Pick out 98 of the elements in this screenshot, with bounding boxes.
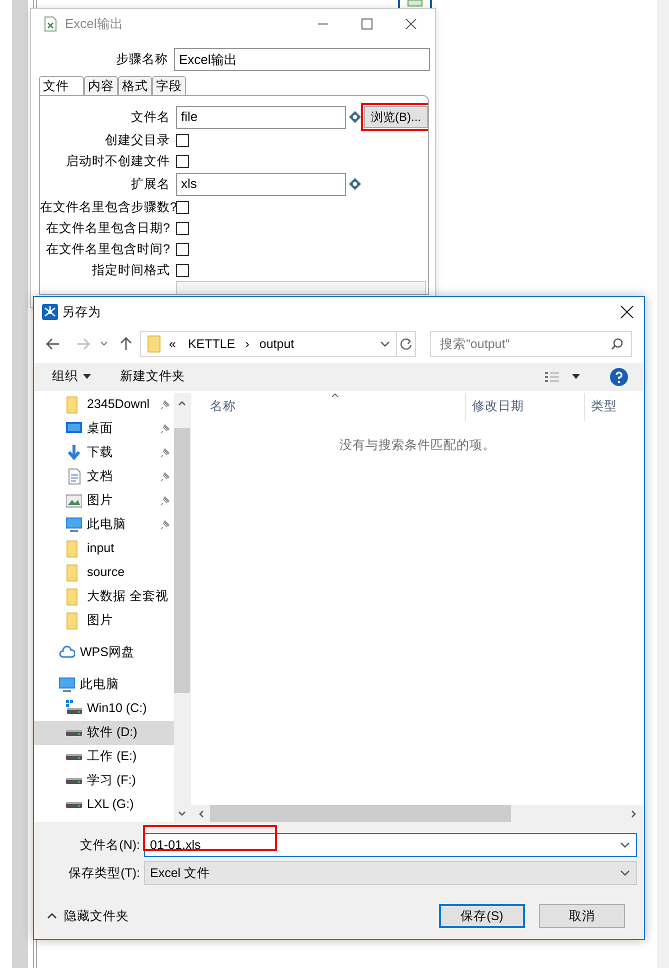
drive-icon [66, 754, 82, 760]
nav-item[interactable]: 图片 [34, 608, 174, 633]
checkbox[interactable] [176, 201, 189, 214]
help-icon[interactable] [610, 368, 628, 386]
nav-item[interactable]: input [34, 536, 174, 561]
close-icon[interactable] [620, 304, 634, 319]
field-label: 启动时不创建文件 [65, 153, 171, 170]
refresh-icon[interactable] [400, 338, 412, 350]
network-icon [42, 304, 58, 320]
nav-item[interactable]: 工作 (E:) [34, 744, 174, 769]
text-field[interactable]: file [176, 106, 346, 128]
nav-item[interactable]: WPS网盘 [34, 640, 174, 665]
search-field[interactable]: 搜索"output" [430, 330, 632, 357]
scroll-left-icon [199, 810, 204, 818]
vertical-scrollbar[interactable] [174, 392, 190, 822]
window-title: Excel输出 [65, 15, 123, 34]
view-menu[interactable] [545, 370, 580, 383]
field-label: 扩展名 [130, 176, 171, 193]
list-view-icon [545, 370, 559, 383]
nav-item[interactable]: 学习 (F:) [34, 768, 174, 793]
nav-item[interactable]: Win10 (C:) [34, 696, 174, 721]
nav-item[interactable]: 2345Downl [34, 392, 174, 417]
nav-item[interactable]: 下载 [34, 440, 174, 465]
maximize-icon[interactable] [361, 18, 373, 30]
up-arrow-icon[interactable] [120, 336, 132, 351]
tab[interactable]: 格式 [118, 76, 152, 95]
spreadsheet-icon [43, 16, 57, 32]
window-title: 另存为 [62, 304, 101, 321]
drive-icon [66, 730, 82, 736]
step-name-field[interactable]: Excel输出 [174, 48, 430, 71]
dialog-button[interactable]: 取消 [539, 904, 625, 928]
back-arrow-icon[interactable] [46, 338, 60, 350]
column-header[interactable]: 类型 [585, 392, 644, 421]
dropdown-caret-icon[interactable] [380, 340, 390, 347]
picture-icon [66, 492, 82, 510]
breadcrumb-item[interactable]: KETTLE [188, 334, 236, 354]
folder-icon [147, 334, 161, 353]
field-label: 步骤名称 [115, 51, 169, 68]
hide-folders-toggle[interactable]: 隐藏文件夹 [47, 907, 129, 926]
field-label: 文件名 [130, 108, 171, 126]
sort-caret-icon [331, 392, 339, 398]
file-type-dropdown[interactable]: Excel 文件 [144, 861, 637, 886]
scroll-up-icon [178, 400, 186, 406]
field-label: 文件名(N): [79, 837, 141, 854]
chevron-up-icon [47, 913, 57, 920]
field-label: 保存类型(T): [68, 865, 141, 882]
variable-icon [349, 111, 361, 123]
checkbox[interactable] [176, 155, 189, 168]
new-folder-button[interactable]: 新建文件夹 [120, 367, 185, 386]
recent-caret-icon[interactable] [100, 340, 108, 347]
field-label: 在文件名里包含日期? [45, 220, 171, 238]
caret-icon [83, 374, 91, 380]
field-label: 指定时间格式 [91, 262, 171, 280]
nav-item[interactable]: 软件 (D:) [34, 720, 174, 745]
nav-item[interactable]: 大数据 全套视 [34, 584, 174, 609]
nav-item[interactable]: 图片 [34, 488, 174, 513]
scroll-right-icon [631, 810, 636, 818]
nav-item[interactable]: 文档 [34, 464, 174, 489]
tab[interactable]: 字段 [152, 76, 186, 95]
horizontal-scrollbar[interactable] [191, 805, 644, 822]
checkbox[interactable] [176, 134, 189, 147]
text-field[interactable]: xls [176, 172, 346, 196]
variable-icon [349, 178, 361, 190]
nav-item[interactable]: LXL (G:) [34, 792, 174, 817]
close-icon[interactable] [405, 18, 417, 30]
search-icon [611, 338, 623, 350]
field-label: 创建父目录 [104, 132, 171, 150]
tab[interactable]: 内容 [84, 76, 118, 95]
nav-item[interactable]: source [34, 560, 174, 585]
nav-item[interactable]: 桌面 [34, 416, 174, 441]
dropdown-caret-icon [620, 870, 630, 876]
caret-icon [572, 374, 580, 380]
column-header[interactable]: 名称 [191, 392, 466, 421]
scroll-down-icon [178, 811, 186, 816]
nav-item[interactable]: 此电脑 [34, 512, 174, 537]
search-placeholder: 搜索"output" [440, 336, 510, 353]
field-label: 在文件名里包含时间? [45, 241, 171, 258]
document-icon [66, 468, 82, 486]
breadcrumb-item[interactable]: output [259, 334, 294, 354]
nav-item[interactable]: 此电脑 [34, 672, 174, 697]
breadcrumb-overflow[interactable]: « [169, 334, 176, 354]
drive-icon [66, 802, 82, 808]
checkbox[interactable] [176, 264, 189, 277]
file-name-field[interactable]: 01-01.xls [144, 833, 637, 858]
drive-icon [66, 778, 82, 784]
empty-message: 没有与搜索条件匹配的项。 [338, 436, 496, 454]
monitor-icon [59, 676, 75, 694]
monitor-icon [66, 516, 82, 534]
dialog-button[interactable]: 保存(S) [439, 904, 525, 928]
checkbox[interactable] [176, 243, 189, 256]
download-arrow-icon [66, 444, 82, 462]
breadcrumb-separator: › [245, 336, 250, 353]
checkbox[interactable] [176, 222, 189, 235]
tab[interactable]: 文件 [39, 76, 84, 95]
column-header[interactable]: 修改日期 [466, 392, 585, 421]
dropdown-caret-icon [620, 842, 630, 848]
browse-button[interactable]: 浏览(B)... [364, 106, 428, 128]
organize-menu[interactable]: 组织 [52, 367, 91, 386]
